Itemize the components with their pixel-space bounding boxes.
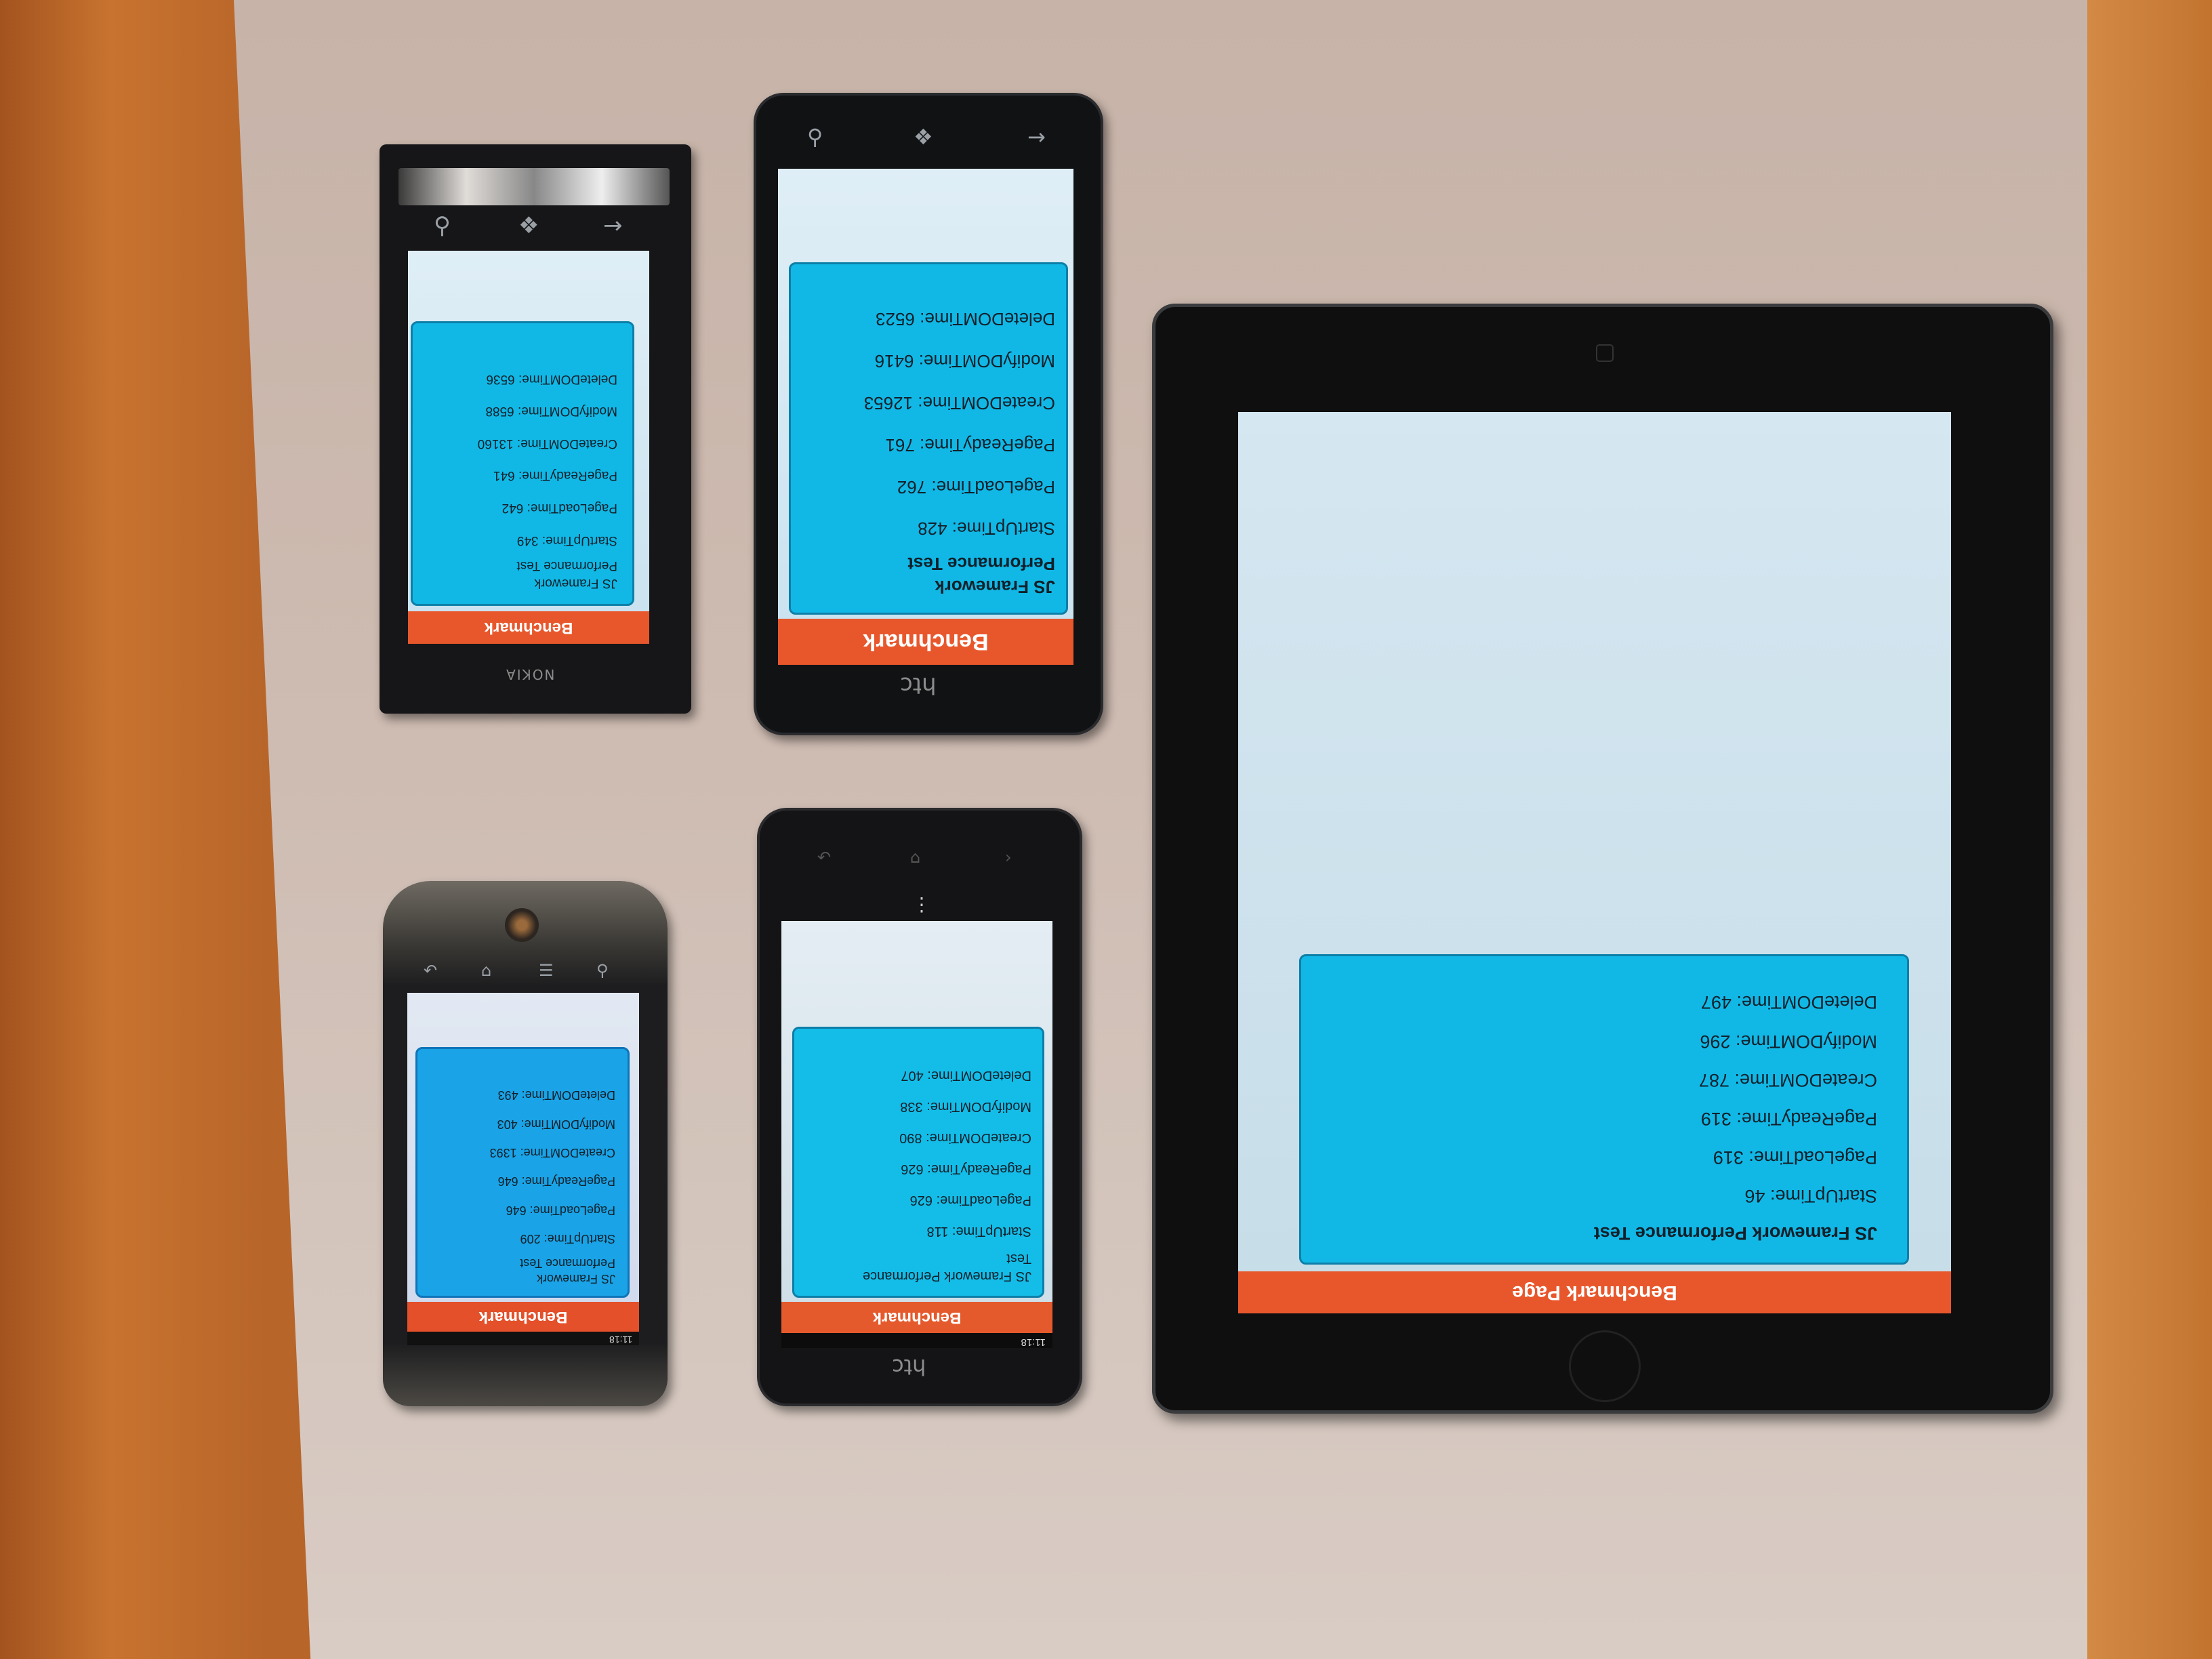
metric-deletedom: DeleteDOMTime: 6536 xyxy=(486,371,617,386)
metric-createdom: CreateDOMTime: 13160 xyxy=(477,436,617,451)
overflow-menu-icon[interactable]: ⋮ xyxy=(912,893,931,916)
metric-deletedom: DeleteDOMTime: 407 xyxy=(901,1068,1031,1083)
home-icon[interactable]: ⌂ xyxy=(910,848,920,867)
htc-desire-screen: 11:18 Benchmark JS Framework Performance… xyxy=(407,993,639,1345)
benchmark-header: Benchmark Page xyxy=(1238,1271,1951,1313)
result-title-line: Test xyxy=(1006,1251,1031,1266)
nokia-glare xyxy=(398,168,670,205)
metric-pageload: PageLoadTime: 646 xyxy=(506,1203,615,1217)
camera-lens xyxy=(505,908,539,942)
back-arrow-icon[interactable]: → xyxy=(1027,124,1046,150)
benchmark-header: Benchmark xyxy=(407,1302,639,1332)
metric-pageready: PageReadyTime: 646 xyxy=(497,1174,615,1189)
metric-pageready: PageReadyTime: 319 xyxy=(1700,1108,1877,1129)
metric-pageload: PageLoadTime: 319 xyxy=(1713,1147,1877,1168)
metric-deletedom: DeleteDOMTime: 497 xyxy=(1700,992,1877,1013)
metric-pageready: PageReadyTime: 761 xyxy=(885,434,1055,455)
metric-pageready: PageReadyTime: 641 xyxy=(493,468,617,483)
metric-startup: StartUpTime: 46 xyxy=(1744,1185,1877,1206)
metric-modifydom: ModifyDOMTime: 338 xyxy=(900,1099,1031,1114)
results-panel: JS Framework Performance Test StartUpTim… xyxy=(415,1047,630,1298)
htc-one-phone: ↶ ⌂ › ⋮ 11:18 Benchmark JS Framework Per… xyxy=(757,808,1082,1406)
htc-one-screen: 11:18 Benchmark JS Framework Performance… xyxy=(781,921,1052,1348)
back-arrow-icon[interactable]: → xyxy=(603,212,623,239)
metric-pageload: PageLoadTime: 626 xyxy=(909,1193,1031,1208)
ipad-screen: Benchmark Page JS Framework Performance … xyxy=(1238,412,1951,1313)
result-title-line: Performance Test xyxy=(907,554,1055,575)
search-icon[interactable]: ⚲ xyxy=(434,212,451,239)
result-title-line: Performance Test xyxy=(520,1256,615,1270)
htc-desire-phone: ↶ ⌂ ☰ ⚲ 11:18 Benchmark JS Framework Per… xyxy=(383,881,668,1406)
metric-startup: StartUpTime: 209 xyxy=(520,1232,615,1246)
benchmark-header: Benchmark xyxy=(778,619,1073,665)
metric-deletedom: DeleteDOMTime: 493 xyxy=(497,1088,615,1103)
recent-apps-icon[interactable]: › xyxy=(1005,848,1012,867)
status-time: 11:18 xyxy=(1021,1336,1046,1348)
benchmark-header: Benchmark xyxy=(781,1302,1052,1333)
nokia-logo: NOKIA xyxy=(505,666,555,682)
front-camera xyxy=(1596,344,1614,362)
back-icon[interactable]: ↶ xyxy=(424,961,437,980)
metric-startup: StartUpTime: 118 xyxy=(926,1224,1031,1239)
windows-icon[interactable]: ❖ xyxy=(914,124,933,150)
results-panel: JS Framework Performance Test StartUpTim… xyxy=(789,262,1068,615)
result-title-line: JS Framework xyxy=(534,576,617,590)
back-icon[interactable]: ↶ xyxy=(817,848,831,867)
metric-createdom: CreateDOMTime: 12653 xyxy=(863,393,1055,414)
htc-logo: htc xyxy=(900,672,937,699)
metric-modifydom: ModifyDOMTime: 6416 xyxy=(874,351,1055,372)
metric-createdom: CreateDOMTime: 1393 xyxy=(489,1146,615,1160)
htc-titan-phone: ⚲ ❖ → Benchmark JS Framework Performance… xyxy=(754,93,1103,735)
result-title-line: JS Framework xyxy=(935,577,1055,597)
metric-modifydom: ModifyDOMTime: 296 xyxy=(1700,1031,1877,1052)
search-icon[interactable]: ⚲ xyxy=(596,961,609,980)
benchmark-header: Benchmark xyxy=(408,611,649,644)
metric-pageload: PageLoadTime: 762 xyxy=(897,476,1055,497)
results-panel: JS Framework Performance Test StartUpTim… xyxy=(411,321,634,606)
metric-createdom: CreateDOMTime: 787 xyxy=(1698,1069,1877,1090)
nokia-screen: Benchmark JS Framework Performance Test … xyxy=(408,251,649,644)
ipad-tablet: Benchmark Page JS Framework Performance … xyxy=(1152,304,2053,1414)
result-title-line: Performance Test xyxy=(516,558,617,573)
metric-deletedom: DeleteDOMTime: 6523 xyxy=(876,309,1055,330)
metric-modifydom: ModifyDOMTime: 403 xyxy=(497,1117,615,1131)
status-bar: 11:18 xyxy=(781,1333,1052,1348)
status-time: 11:18 xyxy=(609,1334,632,1345)
metric-pageload: PageLoadTime: 642 xyxy=(501,501,617,516)
home-button[interactable] xyxy=(1569,1330,1641,1402)
htc-titan-screen: Benchmark JS Framework Performance Test … xyxy=(778,169,1073,665)
search-icon[interactable]: ⚲ xyxy=(807,124,823,150)
result-title-line: JS Framework Performance xyxy=(863,1269,1031,1284)
results-panel: JS Framework Performance Test StartUpTim… xyxy=(1299,954,1909,1265)
metric-startup: StartUpTime: 428 xyxy=(918,518,1055,539)
result-title-line: JS Framework xyxy=(536,1272,615,1286)
metric-pageready: PageReadyTime: 626 xyxy=(901,1162,1031,1176)
nokia-phone: ⚲ ❖ → Benchmark JS Framework Performance… xyxy=(380,144,691,714)
table-surface xyxy=(2087,0,2212,1659)
metric-createdom: CreateDOMTime: 890 xyxy=(899,1130,1031,1145)
home-icon[interactable]: ⌂ xyxy=(481,961,491,980)
results-panel: JS Framework Performance Test StartUpTim… xyxy=(792,1027,1044,1298)
result-title-line: JS Framework Performance Test xyxy=(1593,1223,1877,1244)
status-bar: 11:18 xyxy=(407,1332,639,1345)
htc-logo: htc xyxy=(892,1354,926,1380)
metric-modifydom: ModifyDOMTime: 6588 xyxy=(485,404,617,419)
menu-icon[interactable]: ☰ xyxy=(539,961,554,980)
metric-startup: StartUpTime: 349 xyxy=(516,533,617,548)
windows-icon[interactable]: ❖ xyxy=(518,212,539,239)
